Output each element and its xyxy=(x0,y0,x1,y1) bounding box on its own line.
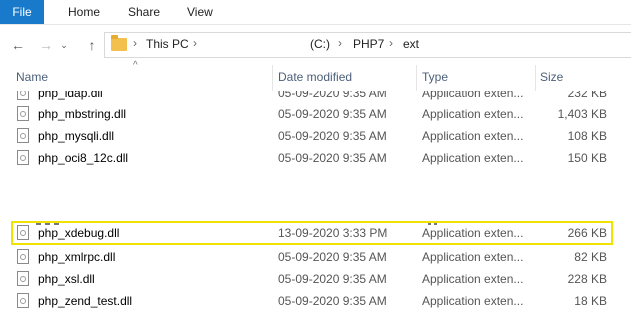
forward-arrow-icon[interactable]: → xyxy=(36,35,56,55)
cropped-row-fragment xyxy=(428,214,442,225)
breadcrumb-ext[interactable]: ext xyxy=(403,37,419,51)
up-arrow-icon[interactable]: ↑ xyxy=(82,35,102,55)
file-size: 18 KB xyxy=(574,294,607,308)
sort-ascending-icon: ^ xyxy=(133,60,138,71)
file-size: 150 KB xyxy=(567,151,607,165)
ribbon: File Home Share View xyxy=(0,0,631,25)
file-row[interactable]: php_mbstring.dll 05-09-2020 9:35 AM Appl… xyxy=(0,104,631,126)
dll-file-icon xyxy=(17,106,29,121)
dll-file-icon xyxy=(17,91,29,100)
back-arrow-icon[interactable]: ← xyxy=(8,35,28,55)
file-date: 05-09-2020 9:35 AM xyxy=(278,151,387,165)
dll-file-icon xyxy=(17,271,29,286)
file-date: 05-09-2020 9:35 AM xyxy=(278,294,387,308)
navigation-bar: ← → ⌄ ↑ › This PC › (C:) › PHP7 › ext xyxy=(0,30,631,60)
column-header-date-modified[interactable]: Date modified xyxy=(278,70,352,84)
file-row[interactable]: php_xsl.dll 05-09-2020 9:35 AM Applicati… xyxy=(0,269,631,291)
breadcrumb-this-pc[interactable]: This PC xyxy=(146,37,189,51)
column-header-type[interactable]: Type xyxy=(422,70,448,84)
file-date: 05-09-2020 9:35 AM xyxy=(278,107,387,121)
column-divider[interactable] xyxy=(416,65,417,91)
file-type: Application exten... xyxy=(422,250,524,264)
column-divider[interactable] xyxy=(535,65,536,91)
breadcrumb-separator[interactable]: › xyxy=(133,36,137,50)
recent-locations-chevron-icon[interactable]: ⌄ xyxy=(58,35,70,55)
address-bar[interactable]: › This PC › (C:) › PHP7 › ext xyxy=(104,32,631,58)
file-type: Application exten... xyxy=(422,151,524,165)
breadcrumb-separator[interactable]: › xyxy=(193,36,197,50)
breadcrumb-drive[interactable]: (C:) xyxy=(310,37,330,51)
file-name: php_zend_test.dll xyxy=(38,294,133,308)
column-header-size[interactable]: Size xyxy=(540,70,563,84)
file-date: 05-09-2020 9:35 AM xyxy=(278,91,387,100)
column-header-name[interactable]: Name xyxy=(16,70,48,84)
tab-file[interactable]: File xyxy=(0,0,44,24)
file-type: Application exten... xyxy=(422,272,524,286)
tab-home[interactable]: Home xyxy=(68,0,100,24)
breadcrumb-php7[interactable]: PHP7 xyxy=(353,37,384,51)
file-name: php_mysqli.dll xyxy=(38,129,115,143)
scroll-clip: php_ldap.dll 05-09-2020 9:35 AM Applicat… xyxy=(0,91,631,102)
file-row[interactable]: php_zend_test.dll 05-09-2020 9:35 AM App… xyxy=(0,291,631,313)
file-name: php_xsl.dll xyxy=(38,272,95,286)
file-size: 108 KB xyxy=(567,129,607,143)
folder-icon xyxy=(111,35,127,51)
file-date: 05-09-2020 9:35 AM xyxy=(278,250,387,264)
highlight-box xyxy=(11,221,613,245)
file-row[interactable]: php_xmlrpc.dll 05-09-2020 9:35 AM Applic… xyxy=(0,247,631,269)
file-date: 05-09-2020 9:35 AM xyxy=(278,272,387,286)
cropped-row-fragment xyxy=(36,214,72,225)
file-row[interactable]: php_oci8_12c.dll 05-09-2020 9:35 AM Appl… xyxy=(0,148,631,170)
file-date: 05-09-2020 9:35 AM xyxy=(278,129,387,143)
file-name: php_mbstring.dll xyxy=(38,107,127,121)
file-name: php_xmlrpc.dll xyxy=(38,250,116,264)
file-size: 1,403 KB xyxy=(557,107,607,121)
file-name: php_oci8_12c.dll xyxy=(38,151,129,165)
file-type: Application exten... xyxy=(422,107,524,121)
breadcrumb-separator[interactable]: › xyxy=(389,36,393,50)
file-row[interactable]: php_ldap.dll 05-09-2020 9:35 AM Applicat… xyxy=(0,91,631,102)
file-type: Application exten... xyxy=(422,294,524,308)
dll-file-icon xyxy=(17,293,29,308)
column-divider[interactable] xyxy=(272,65,273,91)
dll-file-icon xyxy=(17,128,29,143)
dll-file-icon xyxy=(17,150,29,165)
file-size: 228 KB xyxy=(567,272,607,286)
tab-share[interactable]: Share xyxy=(128,0,160,24)
file-name: php_ldap.dll xyxy=(38,91,103,100)
file-row[interactable]: php_mysqli.dll 05-09-2020 9:35 AM Applic… xyxy=(0,126,631,148)
file-type: Application exten... xyxy=(422,91,524,100)
breadcrumb-separator[interactable]: › xyxy=(338,36,342,50)
dll-file-icon xyxy=(17,249,29,264)
file-type: Application exten... xyxy=(422,129,524,143)
tab-view[interactable]: View xyxy=(187,0,213,24)
file-size: 232 KB xyxy=(567,91,607,100)
file-size: 82 KB xyxy=(574,250,607,264)
